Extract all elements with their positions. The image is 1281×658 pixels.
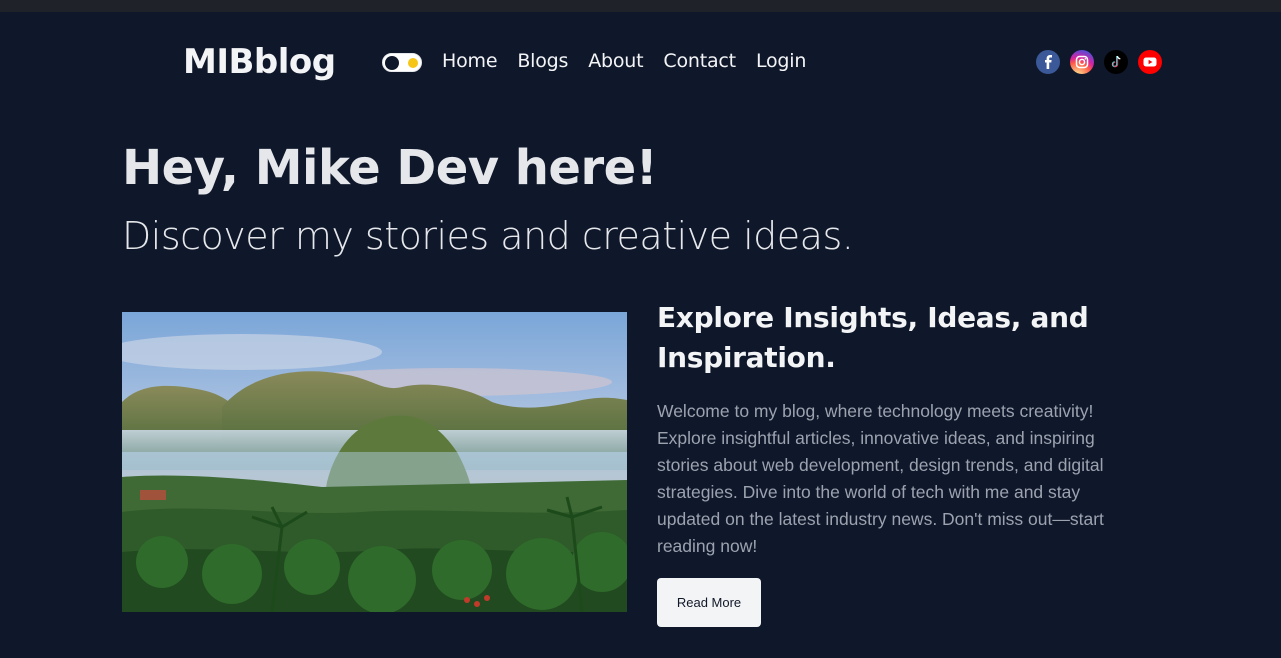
- landscape-photo: [122, 312, 627, 612]
- sun-icon: [408, 58, 418, 68]
- site-header: MIBblog Home Blogs About Contact Login: [0, 12, 1281, 112]
- nav-home[interactable]: Home: [442, 50, 498, 72]
- youtube-icon[interactable]: [1138, 50, 1162, 74]
- nav-login[interactable]: Login: [756, 50, 806, 72]
- toggle-knob: [385, 56, 399, 70]
- instagram-icon[interactable]: [1070, 50, 1094, 74]
- nav-about[interactable]: About: [588, 50, 643, 72]
- read-more-button[interactable]: Read More: [657, 578, 761, 627]
- facebook-icon[interactable]: [1036, 50, 1060, 74]
- nav-blogs[interactable]: Blogs: [517, 50, 568, 72]
- main-nav: Home Blogs About Contact Login: [442, 50, 806, 72]
- feature-body: Welcome to my blog, where technology mee…: [657, 401, 1104, 556]
- feature-title: Explore Insights, Ideas, and Inspiration…: [657, 301, 1089, 374]
- nav-contact[interactable]: Contact: [663, 50, 736, 72]
- browser-top-strip: [0, 0, 1281, 12]
- hero-subtitle: Discover my stories and creative ideas.: [122, 214, 854, 258]
- hero-title: Hey, Mike Dev here!: [122, 140, 658, 196]
- theme-toggle[interactable]: [382, 53, 422, 72]
- social-links: [1036, 50, 1162, 74]
- site-logo[interactable]: MIBblog: [183, 42, 336, 82]
- tiktok-icon[interactable]: [1104, 50, 1128, 74]
